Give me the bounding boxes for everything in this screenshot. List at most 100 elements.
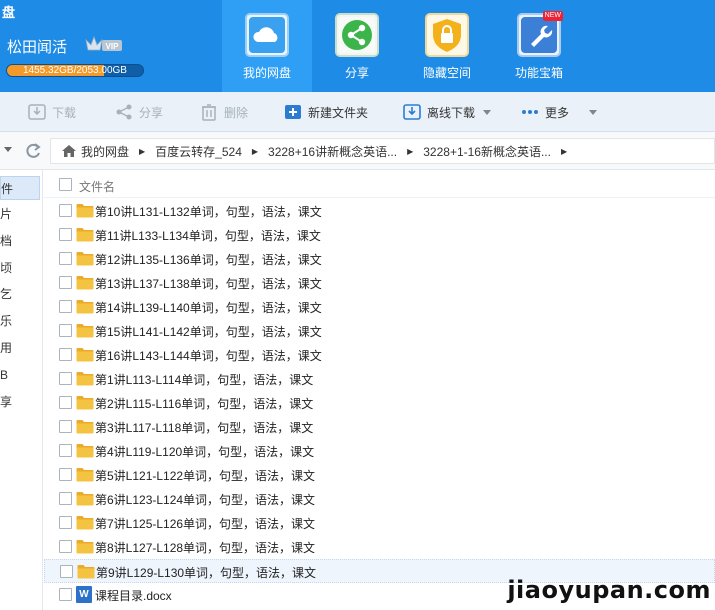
file-row[interactable]: 第4讲L119-L120单词，句型，语法，课文: [44, 439, 715, 463]
row-checkbox[interactable]: [59, 588, 72, 601]
select-all-checkbox[interactable]: [59, 178, 72, 191]
row-checkbox[interactable]: [59, 324, 72, 337]
chevron-down-icon: [483, 109, 492, 115]
row-checkbox[interactable]: [59, 204, 72, 217]
row-checkbox[interactable]: [59, 468, 72, 481]
nav-my-disk[interactable]: 我的网盘: [222, 0, 312, 92]
file-name[interactable]: 第13讲L137-L138单词，句型，语法，课文: [95, 275, 322, 292]
folder-icon: [76, 204, 94, 218]
breadcrumb-folder-1[interactable]: 百度云转存_524: [155, 143, 242, 160]
row-checkbox[interactable]: [59, 300, 72, 313]
file-row[interactable]: 第13讲L137-L138单词，句型，语法，课文: [44, 271, 715, 295]
sidebar-item-apps[interactable]: 用: [0, 336, 42, 360]
sidebar-item-documents[interactable]: 档: [0, 229, 42, 253]
file-row[interactable]: 第16讲L143-L144单词，句型，语法，课文: [44, 343, 715, 367]
more-button[interactable]: 更多: [521, 92, 598, 132]
folder-icon: [76, 372, 94, 386]
file-name[interactable]: 第6讲L123-L124单词，句型，语法，课文: [95, 491, 315, 508]
file-row[interactable]: 第5讲L121-L122单词，句型，语法，课文: [44, 463, 715, 487]
folder-icon: [76, 444, 94, 458]
offline-download-button[interactable]: 离线下载: [403, 92, 492, 132]
new-folder-button[interactable]: 新建文件夹: [284, 92, 368, 132]
folder-icon: [76, 228, 94, 242]
row-checkbox[interactable]: [59, 444, 72, 457]
file-name[interactable]: 第12讲L135-L136单词，句型，语法，课文: [95, 251, 322, 268]
nav-share[interactable]: 分享: [312, 0, 402, 92]
breadcrumb-folder-3[interactable]: 3228+1-16新概念英语...: [423, 143, 551, 160]
file-row[interactable]: 第11讲L133-L134单词，句型，语法，课文: [44, 223, 715, 247]
file-row[interactable]: 第7讲L125-L126单词，句型，语法，课文: [44, 511, 715, 535]
file-row[interactable]: 第2讲L115-L116单词，句型，语法，课文: [44, 391, 715, 415]
home-icon[interactable]: [61, 144, 77, 158]
file-row[interactable]: 第3讲L117-L118单词，句型，语法，课文: [44, 415, 715, 439]
breadcrumb-separator-icon: ▶: [560, 146, 568, 156]
sidebar-item-bt[interactable]: B: [0, 363, 42, 387]
folder-icon: [76, 396, 94, 410]
nav-hidden-space[interactable]: 隐藏空间: [402, 0, 492, 92]
file-name[interactable]: 第16讲L143-L144单词，句型，语法，课文: [95, 347, 322, 364]
folder-icon: [76, 252, 94, 266]
nav-toolbox-label: 功能宝箱: [514, 66, 563, 80]
file-row[interactable]: 第10讲L131-L132单词，句型，语法，课文: [44, 199, 715, 223]
breadcrumb-my-disk[interactable]: 我的网盘: [81, 143, 129, 160]
sidebar-item-torrents[interactable]: 乞: [0, 282, 42, 306]
sidebar-item-music[interactable]: 乐: [0, 309, 42, 333]
app-title: 盘: [2, 5, 16, 20]
file-row[interactable]: 第12讲L135-L136单词，句型，语法，课文: [44, 247, 715, 271]
cloud-icon: [249, 17, 285, 53]
download-button[interactable]: 下载: [28, 92, 76, 132]
file-row[interactable]: 第1讲L113-L114单词，句型，语法，课文: [44, 367, 715, 391]
breadcrumb-separator-icon: ▶: [139, 146, 146, 156]
row-checkbox[interactable]: [59, 396, 72, 409]
sidebar-item-all-files[interactable]: 件: [0, 176, 40, 200]
file-name[interactable]: 第4讲L119-L120单词，句型，语法，课文: [95, 443, 314, 460]
file-row[interactable]: 第15讲L141-L142单词，句型，语法，课文: [44, 319, 715, 343]
file-name[interactable]: 第3讲L117-L118单词，句型，语法，课文: [95, 419, 313, 436]
row-checkbox[interactable]: [59, 540, 72, 553]
file-name[interactable]: 第14讲L139-L140单词，句型，语法，课文: [95, 299, 322, 316]
share-button[interactable]: 分享: [115, 92, 163, 132]
column-header-filename[interactable]: 文件名: [79, 178, 115, 195]
nav-toolbox[interactable]: NEW 功能宝箱: [494, 0, 584, 92]
file-row[interactable]: 第14讲L139-L140单词，句型，语法，课文: [44, 295, 715, 319]
download-label: 下载: [52, 105, 77, 120]
delete-button[interactable]: 删除: [200, 92, 248, 132]
row-checkbox[interactable]: [59, 492, 72, 505]
folder-icon: [77, 565, 95, 579]
sidebar-item-images[interactable]: 片: [0, 202, 42, 226]
row-checkbox[interactable]: [59, 516, 72, 529]
sidebar-item-shared[interactable]: 享: [0, 390, 42, 414]
file-row[interactable]: 第8讲L127-L128单词，句型，语法，课文: [44, 535, 715, 559]
file-name[interactable]: 第5讲L121-L122单词，句型，语法，课文: [95, 467, 315, 484]
file-name[interactable]: 第1讲L113-L114单词，句型，语法，课文: [95, 371, 313, 388]
storage-quota-text: 1455.32GB/2053.00GB: [23, 65, 127, 76]
file-name[interactable]: 第7讲L125-L126单词，句型，语法，课文: [95, 515, 315, 532]
file-name[interactable]: 第8讲L127-L128单词，句型，语法，课文: [95, 539, 315, 556]
history-dropdown-icon[interactable]: [4, 147, 12, 152]
file-row[interactable]: 第6讲L123-L124单词，句型，语法，课文: [44, 487, 715, 511]
row-checkbox[interactable]: [59, 228, 72, 241]
row-checkbox[interactable]: [59, 372, 72, 385]
more-label: 更多: [545, 105, 570, 120]
row-checkbox[interactable]: [59, 348, 72, 361]
row-checkbox[interactable]: [60, 565, 73, 578]
file-name[interactable]: 第2讲L115-L116单词，句型，语法，课文: [95, 395, 313, 412]
breadcrumb-separator-icon: ▶: [407, 146, 414, 156]
refresh-icon[interactable]: [24, 142, 42, 160]
offline-download-icon: [403, 104, 421, 120]
username[interactable]: 松田闻活: [7, 36, 67, 57]
row-checkbox[interactable]: [59, 252, 72, 265]
row-checkbox[interactable]: [59, 420, 72, 433]
folder-icon: [76, 516, 94, 530]
file-name[interactable]: 课程目录.docx: [95, 587, 172, 604]
row-checkbox[interactable]: [59, 276, 72, 289]
share-icon: [339, 17, 375, 53]
file-name[interactable]: 第10讲L131-L132单词，句型，语法，课文: [95, 203, 322, 220]
breadcrumb-separator-icon: ▶: [251, 146, 259, 156]
file-name[interactable]: 第9讲L129-L130单词，句型，语法，课文: [96, 564, 316, 581]
sidebar-item-videos[interactable]: 顷: [0, 256, 42, 280]
file-name[interactable]: 第15讲L141-L142单词，句型，语法，课文: [95, 323, 322, 340]
breadcrumb-folder-2[interactable]: 3228+16讲新概念英语...: [268, 143, 397, 160]
file-name[interactable]: 第11讲L133-L134单词，句型，语法，课文: [95, 227, 321, 244]
folder-icon: [76, 324, 94, 338]
